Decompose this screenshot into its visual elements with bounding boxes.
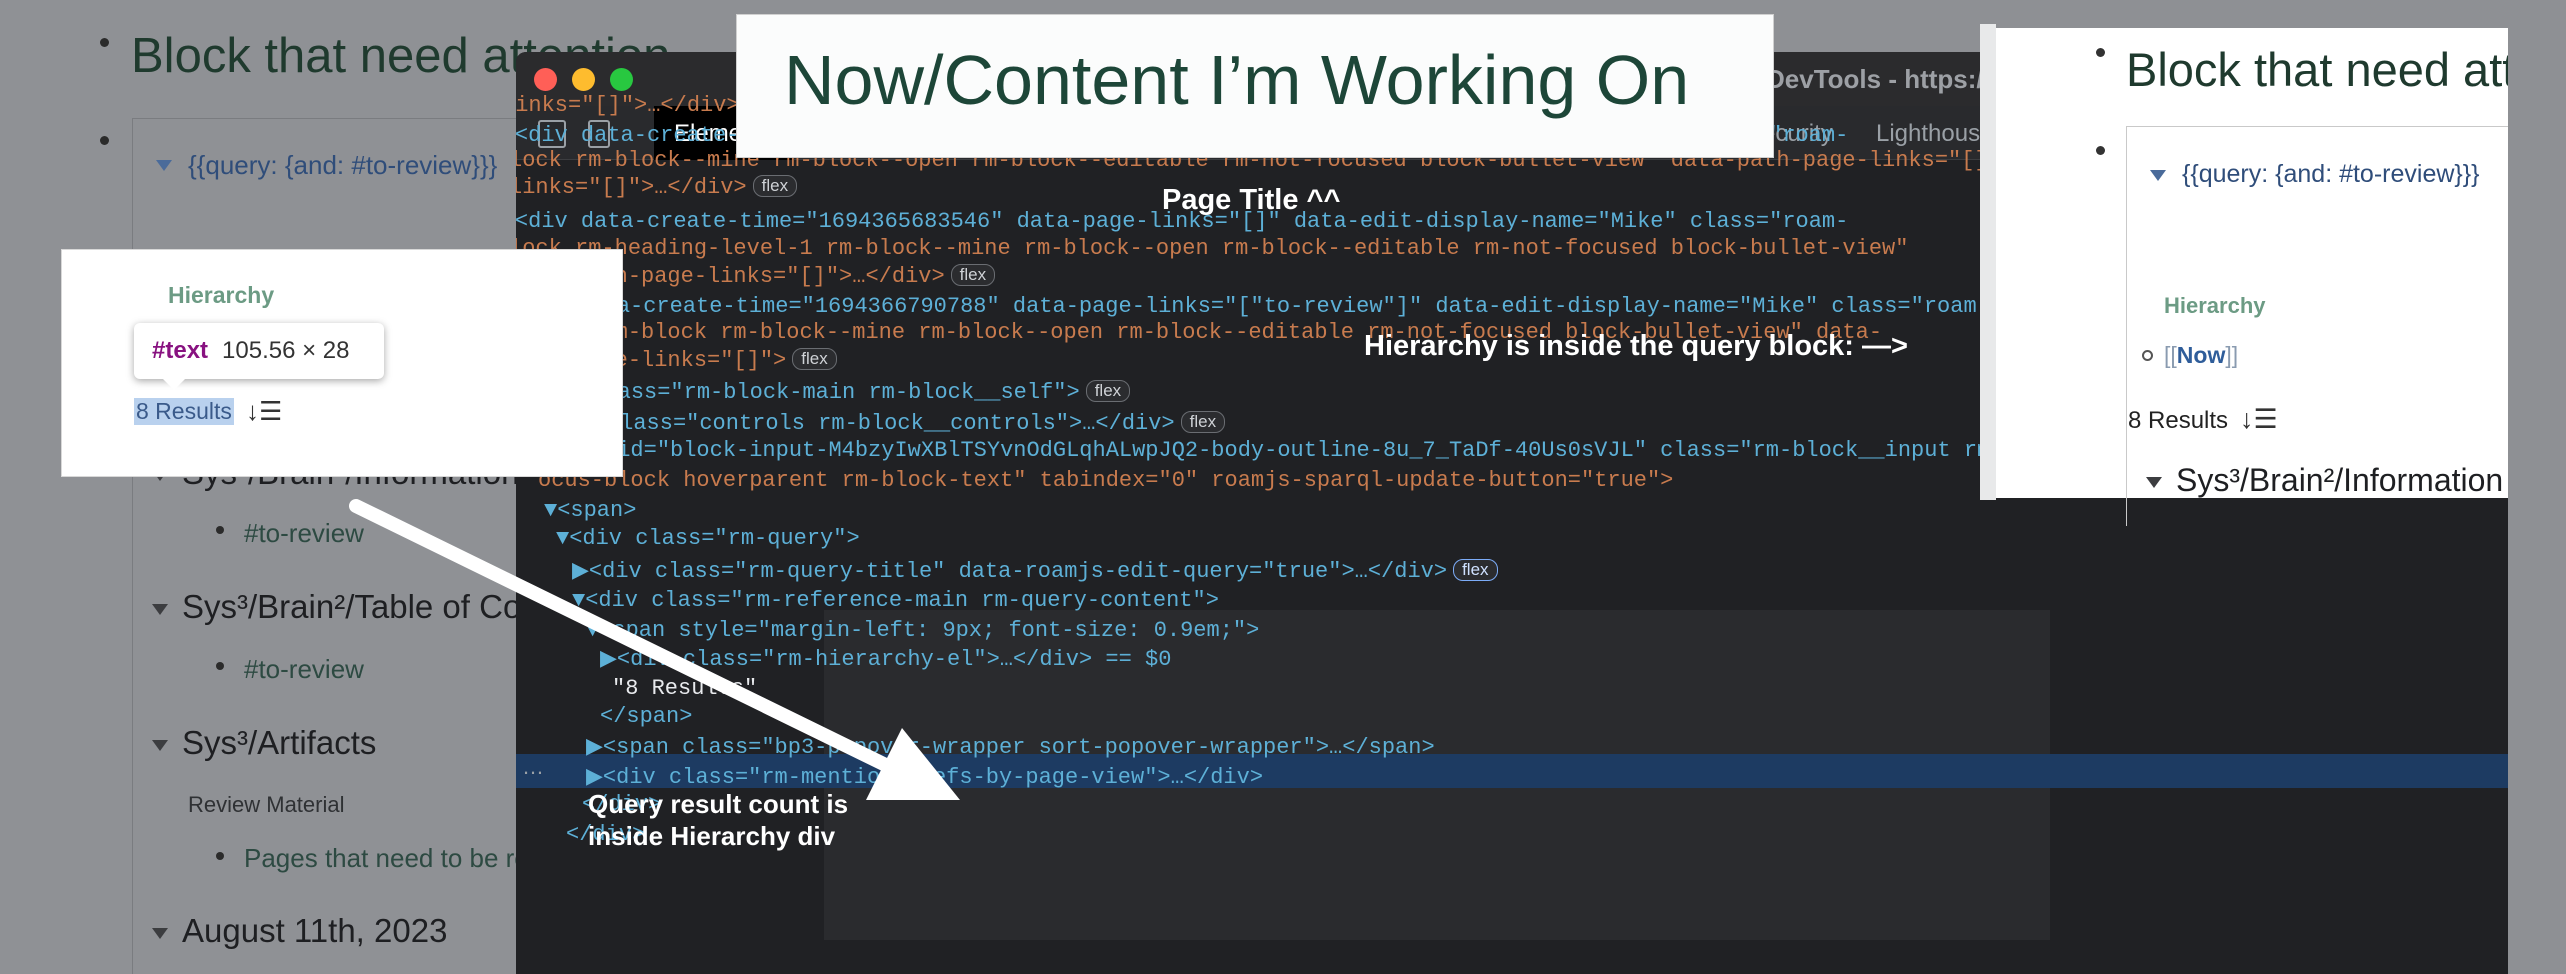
annotation-count: Query result count is inside Hierarchy d… xyxy=(588,789,849,851)
inset-results-count: 8 Results xyxy=(2128,407,2229,434)
collapse-triangle-icon[interactable] xyxy=(2146,477,2162,489)
inset-heading: Block that need attention xyxy=(2126,43,2566,96)
inset-edge xyxy=(2508,0,2566,974)
now-page-link[interactable]: [[Now]] xyxy=(2164,342,2238,369)
block-bullet[interactable] xyxy=(2096,48,2105,57)
sort-descending-icon[interactable]: ↓☰ xyxy=(2240,404,2278,435)
collapse-triangle-icon[interactable] xyxy=(2150,170,2166,181)
block-bullet[interactable] xyxy=(2096,146,2105,155)
bullet-circle-icon xyxy=(2142,350,2153,361)
inset-query-title[interactable]: {{query: {and: #to-review}}} xyxy=(2182,160,2479,189)
inset-group-header[interactable]: Sys³/Brain²/Information xyxy=(2146,462,2503,499)
inset-hierarchy-label: Hierarchy xyxy=(2164,293,2266,318)
inset-frame xyxy=(1980,24,1996,500)
